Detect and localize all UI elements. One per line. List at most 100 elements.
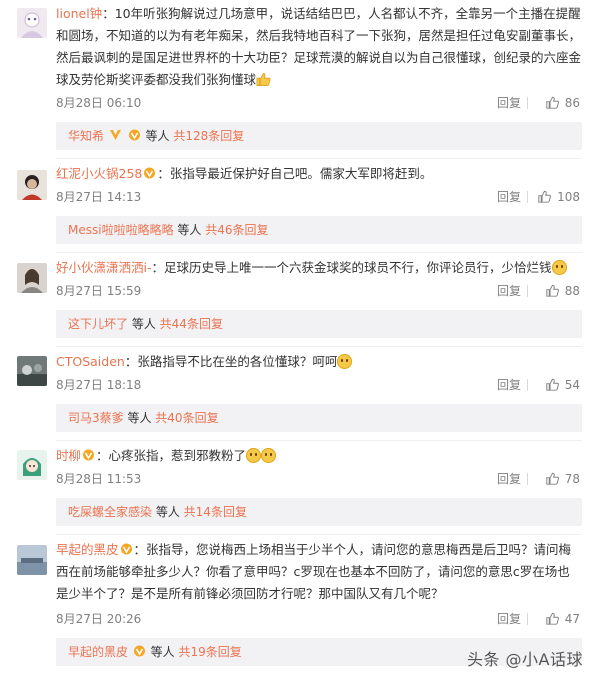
reply-button[interactable]: 回复 <box>497 470 521 488</box>
like-count: 47 <box>564 612 580 626</box>
divider <box>527 613 528 625</box>
sub-reply-username[interactable]: 司马3蔡爹 <box>68 411 124 425</box>
sub-reply-username[interactable]: Messi啦啦啦略略略 <box>68 223 174 237</box>
comment-content: 张路指导不比在坐的各位懂球？呵呵 <box>137 354 338 369</box>
like-count: 88 <box>564 284 580 298</box>
thumbs-up-emoji-icon <box>256 72 271 86</box>
sub-replies[interactable]: 吃屎螺全家感染 等人 共14条回复 <box>56 498 582 526</box>
like-button[interactable]: 108 <box>530 188 580 206</box>
sub-reply-username[interactable]: 华知希 <box>68 129 104 143</box>
comment-meta: 8月28日 11:53 回复 78 <box>56 470 582 488</box>
sub-reply-count[interactable]: 共128条回复 <box>173 129 244 143</box>
divider <box>527 285 528 297</box>
comment-meta: 8月27日 20:26 回复 47 <box>56 610 582 628</box>
comment-content: 心疼张指，惹到邪教粉了 <box>108 448 247 463</box>
vip-badge-icon <box>128 129 140 141</box>
divider <box>56 346 582 347</box>
sub-reply-count[interactable]: 共40条回复 <box>155 411 218 425</box>
sub-reply-text: 等人 <box>177 223 206 237</box>
comment-meta: 8月27日 18:18 回复 54 <box>56 376 582 394</box>
sub-reply-count[interactable]: 共19条回复 <box>179 645 242 659</box>
reply-button[interactable]: 回复 <box>497 282 521 300</box>
comment-content: 张指导最近保护好自己吧。儒家大军即将赶到。 <box>169 166 433 181</box>
sub-replies[interactable]: Messi啦啦啦略略略 等人 共46条回复 <box>56 216 582 244</box>
sub-reply-count[interactable]: 共44条回复 <box>160 317 223 331</box>
comment-time: 8月27日 15:59 <box>56 284 142 298</box>
comment-username[interactable]: 红泥小火锅258 <box>56 166 142 181</box>
divider <box>56 534 582 535</box>
sub-reply-text: 等人 <box>131 317 160 331</box>
like-count: 108 <box>557 190 580 204</box>
comment-content: 张指导，您说梅西上场相当于少半个人，请问您的意思梅西是后卫吗？请问梅西在前场能够… <box>56 542 572 601</box>
comment-username[interactable]: CTOSaiden <box>56 354 125 369</box>
sub-reply-text: 等人 <box>150 645 179 659</box>
comment-time: 8月27日 18:18 <box>56 378 142 392</box>
comment-text: 红泥小火锅258 ：张指导最近保护好自己吧。儒家大军即将赶到。 <box>56 166 433 181</box>
sub-reply-text: 等人 <box>155 505 184 519</box>
comment-username[interactable]: 时柳 <box>56 448 81 463</box>
like-count: 54 <box>564 378 580 392</box>
sub-reply-username[interactable]: 吃屎螺全家感染 <box>68 505 152 519</box>
thumbs-up-icon <box>546 284 559 297</box>
laugh-cry-emoji-icon <box>261 448 277 463</box>
thumbs-up-icon <box>546 612 559 625</box>
avatar[interactable] <box>17 8 47 38</box>
avatar[interactable] <box>17 356 47 386</box>
sub-reply-text: 等人 <box>145 129 174 143</box>
comment-meta: 8月27日 14:13 回复 108 <box>56 188 582 206</box>
sub-replies[interactable]: 司马3蔡爹 等人 共40条回复 <box>56 404 582 432</box>
like-button[interactable]: 47 <box>530 610 580 628</box>
comment-username[interactable]: 早起的黑皮 <box>56 542 119 557</box>
comment-username[interactable]: lionel钟 <box>56 6 102 21</box>
avatar[interactable] <box>17 263 47 293</box>
thumbs-up-icon <box>546 96 559 109</box>
thumbs-up-icon <box>538 190 552 203</box>
vip-badge-icon <box>133 645 145 657</box>
divider <box>527 97 528 109</box>
comment-content: 10年听张狗解说过几场意甲，说话结结巴巴，人名都认不齐，全靠另一个主播在提醒和圆… <box>56 6 582 87</box>
divider <box>56 158 582 159</box>
comment-time: 8月28日 06:10 <box>56 96 142 110</box>
sub-reply-username[interactable]: 早起的黑皮 <box>68 645 128 659</box>
vip-badge-icon <box>120 543 132 555</box>
reply-button[interactable]: 回复 <box>497 376 521 394</box>
comment-text: CTOSaiden：张路指导不比在坐的各位懂球？呵呵 <box>56 351 582 373</box>
divider <box>56 440 582 441</box>
verified-v-icon <box>109 130 121 140</box>
sub-reply-count[interactable]: 共46条回复 <box>205 223 268 237</box>
comment-time: 8月27日 20:26 <box>56 612 142 626</box>
comment-time: 8月27日 14:13 <box>56 190 142 204</box>
watermark: 头条 @小A话球 <box>466 650 583 669</box>
reply-button[interactable]: 回复 <box>497 610 521 628</box>
sub-reply-username[interactable]: 这下儿坏了 <box>68 317 128 331</box>
thumbs-up-icon <box>546 378 559 391</box>
divider <box>527 191 528 203</box>
avatar[interactable] <box>17 450 47 480</box>
like-count: 78 <box>564 472 580 486</box>
comment-content: 足球历史导上唯一一个六获金球奖的球员不行，你评论员行，少恰烂钱 <box>164 260 552 275</box>
reply-button[interactable]: 回复 <box>497 188 521 206</box>
reply-button[interactable]: 回复 <box>497 94 521 112</box>
avatar[interactable] <box>17 545 47 575</box>
like-button[interactable]: 78 <box>530 470 580 488</box>
sub-reply-count[interactable]: 共14条回复 <box>184 505 247 519</box>
grin-emoji-icon <box>337 354 353 369</box>
divider <box>527 379 528 391</box>
comment-time: 8月28日 11:53 <box>56 472 142 486</box>
divider <box>527 473 528 485</box>
vip-badge-icon <box>83 449 95 461</box>
comment-text: lionel钟：10年听张狗解说过几场意甲，说话结结巴巴，人名都认不齐，全靠另一… <box>56 6 582 87</box>
sub-replies[interactable]: 华知希 等人 共128条回复 <box>56 122 582 150</box>
comment-text: 早起的黑皮 ：张指导，您说梅西上场相当于少半个人，请问您的意思梅西是后卫吗？请问梅… <box>56 542 572 601</box>
like-button[interactable]: 54 <box>530 376 580 394</box>
avatar[interactable] <box>17 170 47 200</box>
comment-meta: 8月27日 15:59 回复 88 <box>56 282 582 300</box>
like-button[interactable]: 86 <box>530 94 580 112</box>
comment-text: 时柳 ：心疼张指，惹到邪教粉了 <box>56 445 582 467</box>
laugh-cry-emoji-icon <box>246 448 262 463</box>
like-count: 86 <box>564 96 580 110</box>
divider <box>56 252 582 253</box>
comment-username[interactable]: 好小伙潇潇洒洒i- <box>56 260 151 275</box>
sub-replies[interactable]: 这下儿坏了 等人 共44条回复 <box>56 310 582 338</box>
like-button[interactable]: 88 <box>530 282 580 300</box>
